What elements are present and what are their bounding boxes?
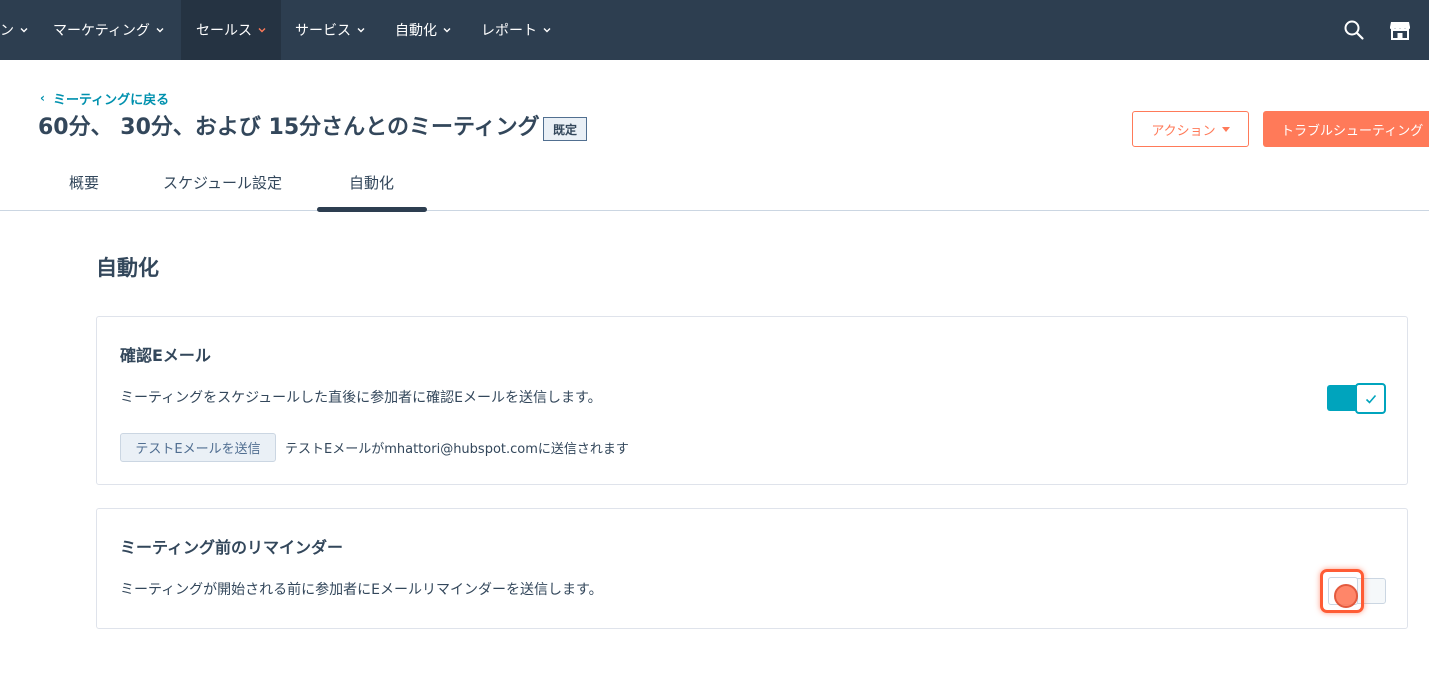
chevron-down-icon — [541, 24, 553, 36]
nav-item-reports[interactable]: レポート — [481, 0, 553, 60]
section-heading: 自動化 — [96, 256, 159, 280]
chevron-down-icon — [256, 24, 268, 36]
reminder-toggle[interactable] — [1320, 569, 1387, 613]
caret-down-icon — [1221, 126, 1230, 132]
chevron-down-icon — [18, 24, 30, 36]
actions-button-label: アクション — [1151, 123, 1216, 139]
nav-item-truncated[interactable]: ン — [0, 0, 30, 60]
tab-divider — [0, 210, 1429, 211]
actions-dropdown-button[interactable]: アクション — [1132, 111, 1249, 147]
tab-automation[interactable]: 自動化 — [349, 164, 394, 200]
tab-schedule-settings[interactable]: スケジュール設定 — [163, 164, 282, 200]
test-email-note: テストEメールがmhattori@hubspot.comに送信されます — [285, 442, 629, 457]
toggle-knob — [1355, 383, 1386, 414]
back-to-meetings-link[interactable]: ‹ ミーティングに戻る — [40, 88, 169, 108]
marketplace-icon[interactable] — [1388, 18, 1412, 42]
chevron-down-icon — [154, 24, 166, 36]
tab-label: スケジュール設定 — [163, 173, 282, 192]
send-test-email-label: テストEメールを送信 — [135, 442, 261, 457]
tab-label: 自動化 — [349, 173, 395, 192]
card-description: ミーティングが開始される前に参加者にEメールリマインダーを送信します。 — [120, 582, 603, 598]
card-title: 確認Eメール — [120, 346, 211, 365]
nav-item-service[interactable]: サービス — [295, 0, 367, 60]
click-indicator-dot — [1334, 584, 1358, 608]
top-navigation-bar: ン マーケティング セールス サービス 自動化 レポート — [0, 0, 1429, 60]
checkmark-icon — [1364, 392, 1378, 406]
back-link-label: ミーティングに戻る — [52, 92, 170, 108]
active-tab-indicator — [317, 207, 427, 212]
nav-item-marketing[interactable]: マーケティング — [53, 0, 166, 60]
chevron-down-icon — [355, 24, 367, 36]
nav-item-label: レポート — [481, 23, 537, 39]
nav-item-sales[interactable]: セールス — [181, 0, 281, 60]
confirmation-email-card: 確認Eメール ミーティングをスケジュールした直後に参加者に確認Eメールを送信しま… — [96, 316, 1408, 485]
tab-overview[interactable]: 概要 — [69, 164, 99, 200]
nav-item-label: サービス — [295, 23, 351, 39]
chevron-down-icon — [441, 24, 453, 36]
confirmation-email-toggle[interactable] — [1327, 383, 1386, 414]
nav-item-automation[interactable]: 自動化 — [395, 0, 453, 60]
nav-item-label: 自動化 — [395, 23, 437, 39]
troubleshooting-button[interactable]: トラブルシューティング — [1263, 111, 1429, 147]
chevron-left-icon: ‹ — [40, 91, 45, 105]
send-test-email-button[interactable]: テストEメールを送信 — [120, 433, 276, 462]
page-title: 60分、 30分、および 15分さんとのミーティング — [38, 115, 540, 140]
card-description: ミーティングをスケジュールした直後に参加者に確認Eメールを送信します。 — [120, 390, 602, 406]
nav-item-label: マーケティング — [53, 23, 150, 39]
search-icon[interactable] — [1342, 18, 1366, 42]
meeting-reminder-card: ミーティング前のリマインダー ミーティングが開始される前に参加者にEメールリマイ… — [96, 508, 1408, 629]
card-title: ミーティング前のリマインダー — [120, 538, 344, 557]
nav-item-label: ン — [0, 23, 14, 39]
tab-label: 概要 — [69, 173, 100, 192]
nav-item-label: セールス — [196, 23, 252, 39]
troubleshooting-button-label: トラブルシューティング — [1281, 123, 1424, 139]
default-badge: 既定 — [543, 117, 587, 141]
